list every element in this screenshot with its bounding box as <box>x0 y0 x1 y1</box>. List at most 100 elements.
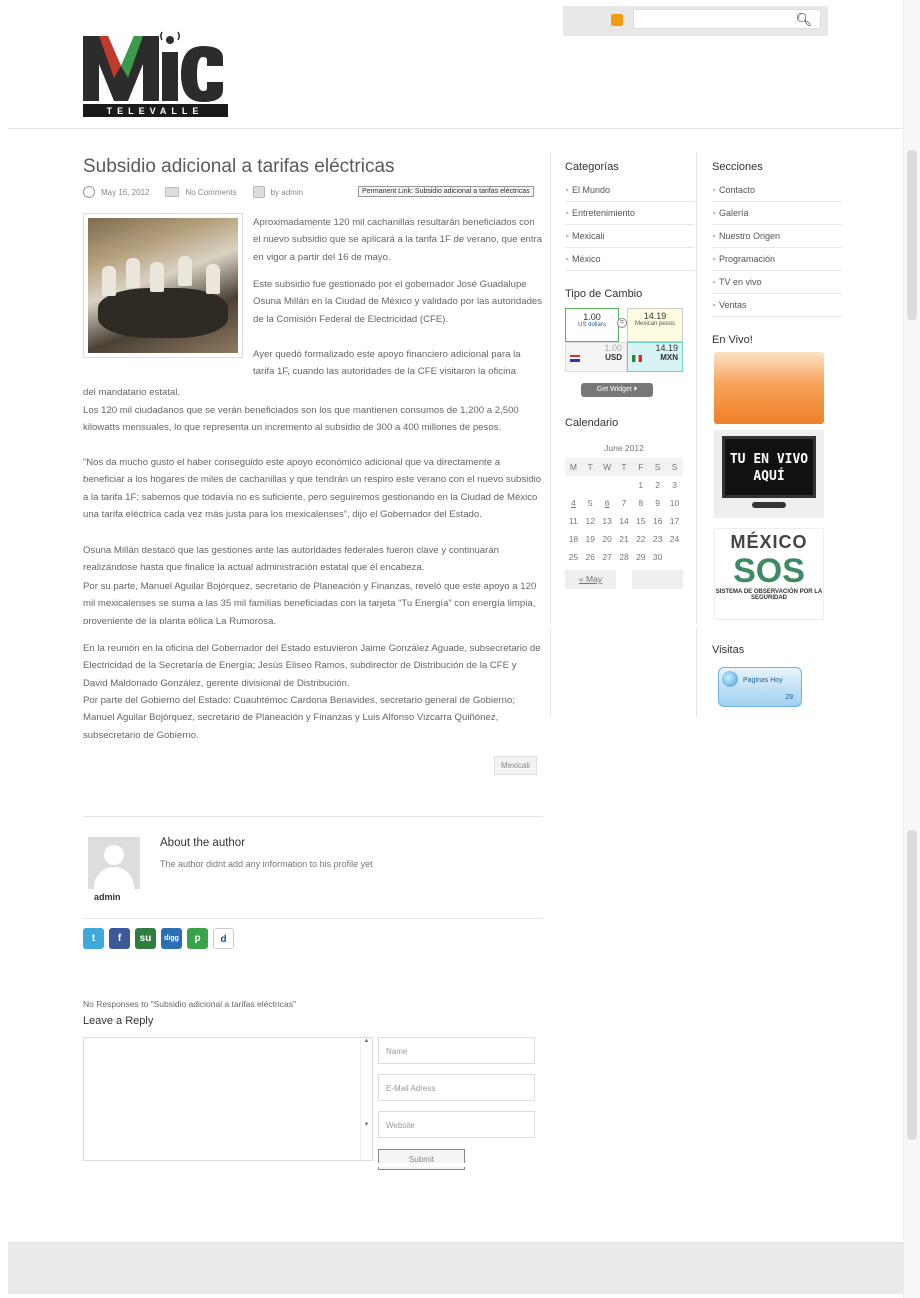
section-item-ventas[interactable]: Ventas <box>712 294 842 317</box>
twitter-icon[interactable]: t <box>83 928 104 949</box>
usd-amount[interactable]: 1.00 US dollars <box>565 308 619 342</box>
calendar-day: 30 <box>652 552 663 562</box>
column-divider <box>550 152 551 717</box>
comment-textarea[interactable]: ▲ ▼ <box>83 1037 373 1161</box>
calendar-day-link[interactable]: 6 <box>599 494 616 512</box>
calendar-day: 23 <box>652 534 663 544</box>
post-paragraph: “Nos da mucho gusto el haber conseguido … <box>83 457 542 521</box>
calendar-day: 28 <box>619 552 629 562</box>
section-item-contacto[interactable]: Contacto <box>712 179 842 202</box>
mxn-value-2: 14.19 <box>655 343 678 353</box>
category-item[interactable]: El Mundo <box>565 179 695 202</box>
calendar-prev-month[interactable]: « May <box>565 570 616 589</box>
textarea-scrollbar[interactable]: ▲ ▼ <box>360 1038 372 1160</box>
website-field[interactable]: Website <box>378 1111 535 1138</box>
tv-text: TU EN VIVO AQUÍ <box>729 452 809 484</box>
calendar-title: Calendario <box>565 417 619 429</box>
scrollbar-thumb[interactable] <box>907 830 917 1140</box>
post-paragraph: Ayer quedó formalizado este apoyo financ… <box>253 349 521 378</box>
section-item-galeria[interactable]: Galería <box>712 202 842 225</box>
calendar-day: 13 <box>602 516 612 526</box>
visits-title: Visitas <box>712 644 745 656</box>
section-item-origen[interactable]: Nuestro Origen <box>712 225 842 248</box>
post-meta: May 16, 2012 No Comments by admin <box>83 186 303 198</box>
post-title[interactable]: Subsidio adicional a tarifas eléctricas <box>83 156 395 178</box>
header-divider <box>8 128 903 129</box>
mxn-code: MXN <box>660 353 678 362</box>
mx-flag-icon <box>632 355 642 362</box>
post-date: May 16, 2012 <box>101 187 150 197</box>
category-item[interactable]: Mexicali <box>565 225 695 248</box>
scrollbar-thumb[interactable] <box>907 150 917 320</box>
usd-code: USD <box>605 353 622 362</box>
search-icon[interactable]: 🔍︎ <box>795 12 812 28</box>
screenshot-seam <box>0 624 920 628</box>
divider <box>83 816 543 817</box>
social-share: t f su digg p d <box>83 928 234 949</box>
calendar-day: 15 <box>636 516 646 526</box>
calendar-day: 21 <box>619 534 629 544</box>
mxn-select[interactable]: 14.19 MXN <box>627 342 683 372</box>
name-field[interactable]: Name <box>378 1037 535 1064</box>
calendar-day <box>616 476 633 494</box>
rss-icon[interactable] <box>611 14 623 26</box>
calendar-day: 1 <box>638 480 644 490</box>
exchange-widget: 1.00 US dollars = 14.19 Mexican pesos 1.… <box>565 308 683 374</box>
logo-subtitle: TELEVALLE <box>107 106 204 116</box>
calendar-day: 2 <box>655 480 660 490</box>
calendar-day: 14 <box>619 516 629 526</box>
stumbleupon-icon[interactable]: su <box>135 928 156 949</box>
calendar-day-link[interactable]: 4 <box>565 494 582 512</box>
post-image[interactable] <box>83 213 243 358</box>
post-paragraph: Osuna Millán destacó que las gestiones a… <box>83 545 499 574</box>
page-scrollbar[interactable] <box>903 0 920 1298</box>
category-item[interactable]: México <box>565 248 695 271</box>
delicious-icon[interactable]: d <box>213 928 234 949</box>
sections-list: Contacto Galería Nuestro Origen Programa… <box>712 179 842 317</box>
post-author[interactable]: by admin <box>271 188 303 197</box>
calendar-day <box>599 476 616 494</box>
permalink-tooltip: Permanent Link: Subsidio adicional a tar… <box>358 186 534 197</box>
mexico-sos-banner[interactable]: MÉXICO SOS SISTEMA DE OBSERVACIÓN POR LA… <box>714 528 824 620</box>
us-flag-icon <box>570 355 580 362</box>
post-paragraph: Este subsidio fue gestionado por el gobe… <box>253 279 543 325</box>
email-field[interactable]: E-Mail Adress <box>378 1074 535 1101</box>
weekday-header: W <box>598 458 616 476</box>
get-widget-button[interactable]: Get Widget ⏵ <box>581 383 653 397</box>
usd-value: 1.00 <box>583 312 601 322</box>
tv-live-banner[interactable]: TU EN VIVO AQUÍ <box>714 430 824 518</box>
sos-sub: SISTEMA DE OBSERVACIÓN POR LA SEGURIDAD <box>715 589 823 601</box>
comments-link[interactable]: No Comments <box>185 188 236 197</box>
section-item-tv[interactable]: TV en vivo <box>712 271 842 294</box>
tag-mexicali[interactable]: Mexicali <box>494 756 537 775</box>
divider <box>83 918 543 919</box>
calendar-day: 10 <box>669 498 680 508</box>
usd-select[interactable]: 1.00 USD <box>565 342 627 372</box>
live-banner[interactable] <box>714 352 824 424</box>
author-avatar <box>88 837 140 889</box>
screenshot-seam <box>0 1163 920 1167</box>
category-item[interactable]: Entretenimiento <box>565 202 695 225</box>
calendar-next-month <box>632 570 683 589</box>
visits-counter: Paginas Hoy 29 <box>718 667 802 707</box>
mxn-label: Mexican pesos <box>634 321 676 327</box>
calendar-day: 8 <box>638 498 644 508</box>
leave-reply-title: Leave a Reply <box>83 1015 154 1027</box>
calendar-day <box>666 548 683 566</box>
search-input[interactable]: 🔍︎ <box>633 9 821 29</box>
usd-value-2: 1.00 <box>604 343 622 353</box>
post-paragraph: Por su parte, Manuel Aguilar Bojórquez, … <box>83 581 537 627</box>
site-logo[interactable]: TELEVALLE <box>83 26 228 118</box>
about-author-title: About the author <box>160 837 246 849</box>
calendar-day: 18 <box>568 534 579 544</box>
facebook-icon[interactable]: f <box>109 928 130 949</box>
clock-icon <box>83 186 95 198</box>
exchange-title: Tipo de Cambio <box>565 288 643 300</box>
calendar: June 2012 M T W T F S S 123 4 5 6 7 8 9 10 11 1… <box>565 440 683 589</box>
section-item-programacion[interactable]: Programación <box>712 248 842 271</box>
calendar-day: 16 <box>652 516 663 526</box>
comment-share-icon[interactable]: p <box>187 928 208 949</box>
digg-icon[interactable]: digg <box>161 928 182 949</box>
calendar-day: 20 <box>602 534 612 544</box>
calendar-day: 24 <box>669 534 680 544</box>
